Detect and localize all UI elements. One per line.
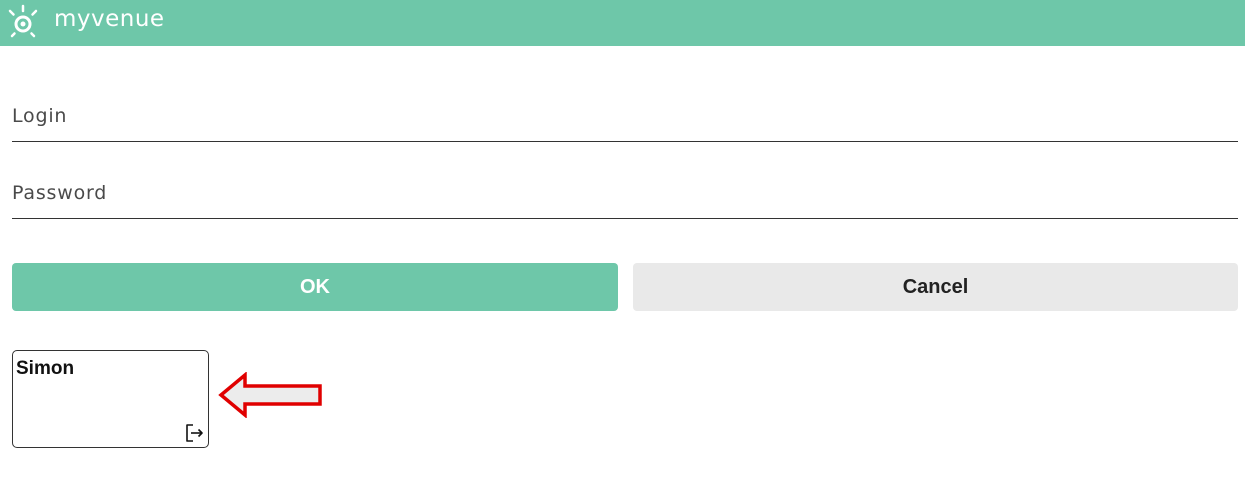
password-input[interactable]: [12, 172, 1238, 218]
red-arrow-left-icon: [218, 372, 322, 418]
ok-button[interactable]: OK: [12, 263, 618, 311]
login-input[interactable]: [12, 95, 1238, 141]
user-name: Simon: [16, 358, 75, 379]
logout-icon[interactable]: [185, 424, 205, 442]
login-field[interactable]: Login: [12, 95, 1238, 142]
app-header: myvenue: [0, 0, 1245, 46]
cancel-button[interactable]: Cancel: [633, 263, 1238, 311]
app-name: myvenue: [54, 6, 165, 32]
sun-logo-icon: [8, 4, 38, 38]
password-field[interactable]: Password: [12, 172, 1238, 219]
user-card[interactable]: Simon: [12, 350, 209, 448]
